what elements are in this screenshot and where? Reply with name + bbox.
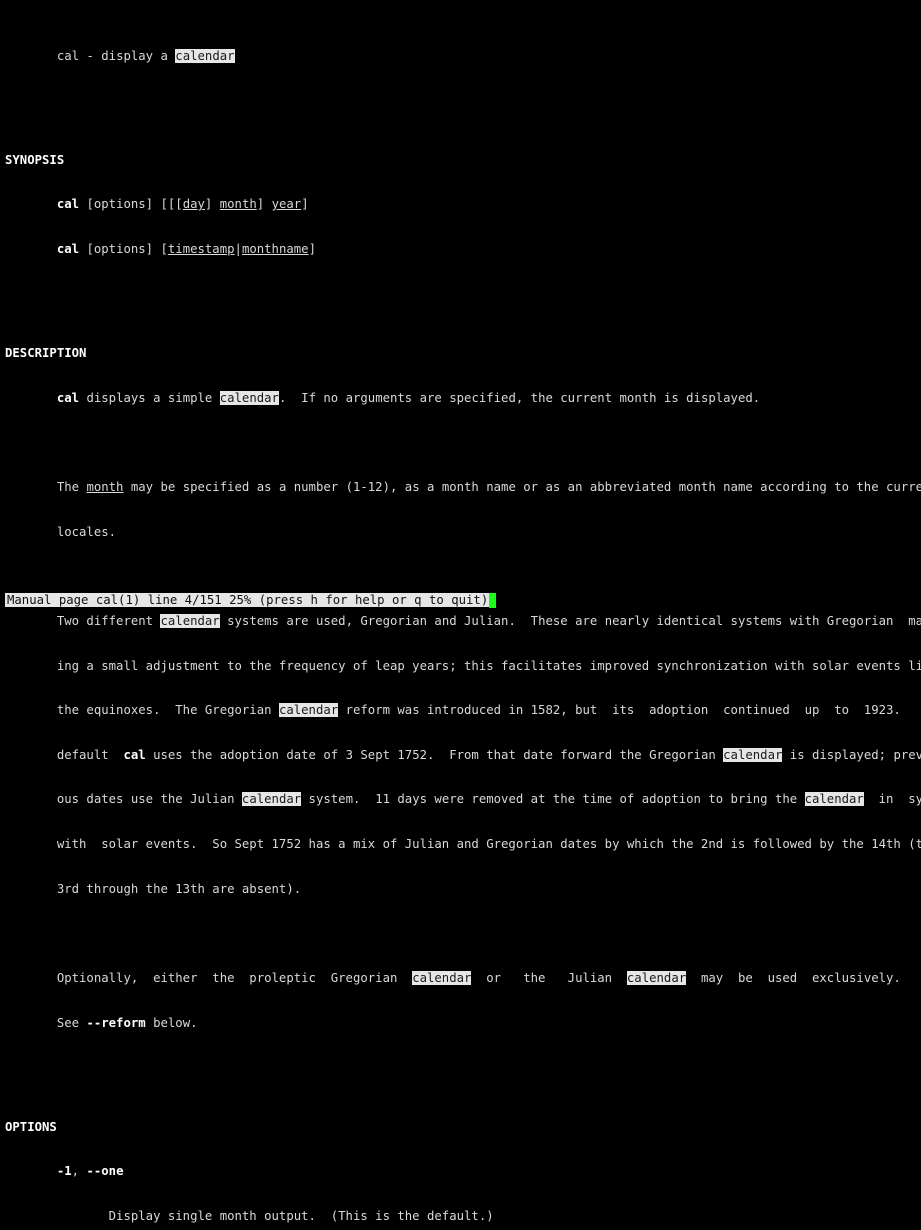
- description-line-5: ing a small adjustment to the frequency …: [5, 658, 921, 673]
- description-line-6: the equinoxes. The Gregorian calendar re…: [5, 703, 921, 718]
- section-heading-synopsis: SYNOPSIS: [5, 152, 65, 167]
- search-match-highlight: calendar: [175, 48, 235, 63]
- option-flags-one: -1, --one: [56, 1164, 124, 1179]
- pager-status-text: Manual page cal(1) line 4/151 25% (press…: [5, 593, 490, 607]
- description-line-11: Optionally, either the proleptic Gregori…: [5, 970, 901, 985]
- synopsis-line-1: cal [options] [[[day] month] year]: [56, 197, 309, 212]
- search-match-highlight: calendar: [160, 613, 220, 628]
- search-match-highlight: calendar: [278, 703, 339, 718]
- description-line-10: 3rd through the 13th are absent).: [5, 881, 302, 896]
- description-line-3: locales.: [5, 524, 117, 539]
- option-desc-one: Display single month output. (This is th…: [5, 1208, 494, 1223]
- section-heading-description: DESCRIPTION: [5, 346, 87, 361]
- search-match-highlight: calendar: [626, 970, 687, 985]
- pager-status-line[interactable]: Manual page cal(1) line 4/151 25% (press…: [5, 593, 497, 608]
- command-name: cal: [56, 48, 80, 63]
- section-heading-options: OPTIONS: [5, 1119, 57, 1134]
- description-line-7: default cal uses the adoption date of 3 …: [5, 747, 921, 762]
- description-line-4: Two different calendar systems are used,…: [5, 613, 921, 628]
- man-page-content[interactable]: cal - display a calendar SYNOPSIS cal [o…: [0, 4, 921, 1223]
- description-line-9: with solar events. So Sept 1752 has a mi…: [5, 837, 921, 851]
- synopsis-line-2: cal [options] [timestamp|monthname]: [56, 242, 316, 256]
- description-line-2: The month may be specified as a number (…: [5, 480, 921, 494]
- description-line-8: ous dates use the Julian calendar system…: [5, 792, 921, 807]
- terminal-window: cal - display a calendar SYNOPSIS cal [o…: [0, 0, 921, 1223]
- search-match-highlight: calendar: [219, 390, 279, 405]
- terminal-cursor: [489, 593, 497, 608]
- description-line-1: cal displays a simple calendar. If no ar…: [56, 390, 761, 405]
- description-line-12: See --reform below.: [5, 1015, 198, 1030]
- search-match-highlight: calendar: [723, 747, 783, 762]
- search-match-highlight: calendar: [241, 792, 302, 807]
- search-match-highlight: calendar: [412, 970, 472, 985]
- man-summary-line: cal - display a calendar: [56, 48, 235, 63]
- search-match-highlight: calendar: [804, 792, 864, 807]
